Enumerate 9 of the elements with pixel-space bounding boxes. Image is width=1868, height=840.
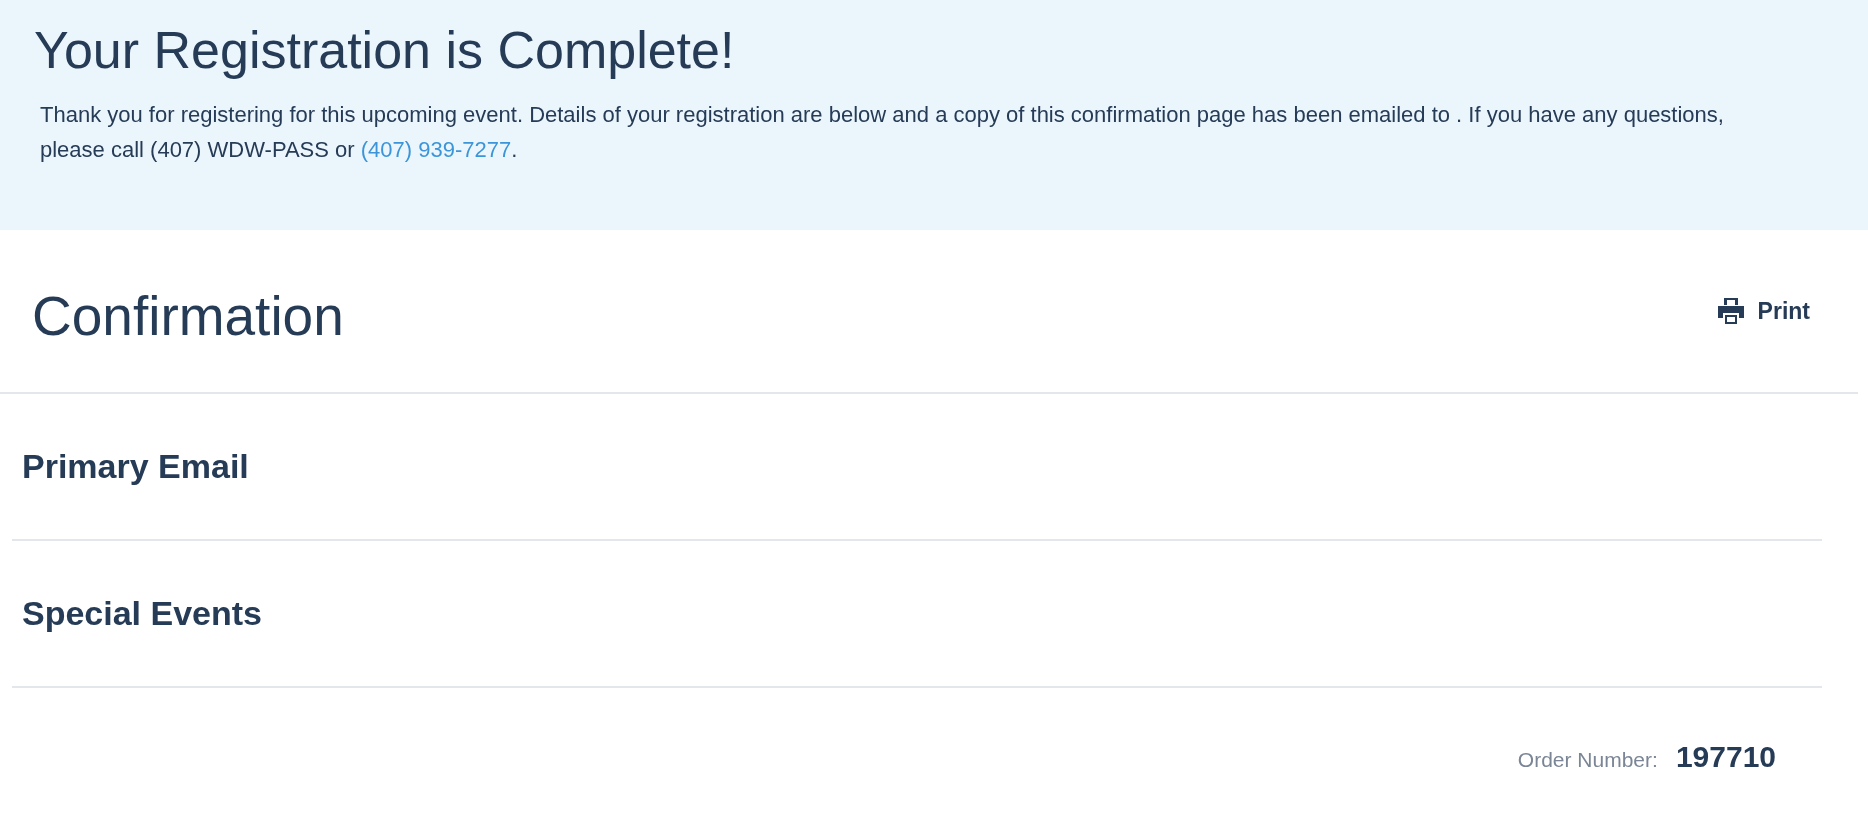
printer-icon xyxy=(1715,296,1746,326)
page-title: Your Registration is Complete! xyxy=(34,22,736,80)
order-number-label: Order Number: xyxy=(1517,748,1658,772)
order-number: 197710 xyxy=(1675,740,1776,774)
section-title: Primary Email xyxy=(22,447,249,486)
confirmation-message: Thank you for registering for this upcoming event. Details of your registration are below and a copy of this confirmation page has been emailed to . If you have any questions, please call (407) WDW-PASS or (407) 939-7277. xyxy=(39,101,1725,165)
section-heading: Confirmation xyxy=(32,284,344,348)
section-title: Special Events xyxy=(22,594,262,633)
print-button[interactable]: Print xyxy=(1715,296,1810,326)
